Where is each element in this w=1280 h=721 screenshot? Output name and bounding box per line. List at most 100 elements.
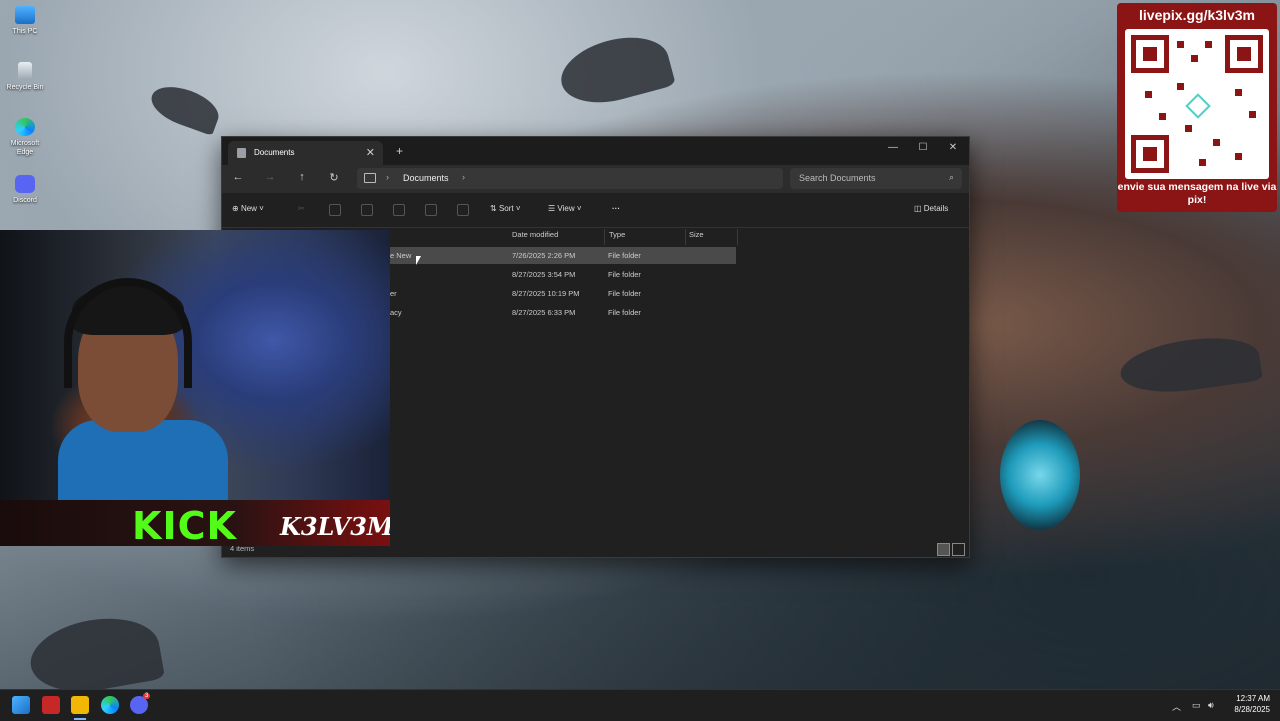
- item-type: File folder: [608, 251, 641, 260]
- qr-module: [1185, 125, 1192, 132]
- view-label: View: [557, 204, 575, 213]
- video-app-icon[interactable]: [42, 696, 60, 714]
- chevron-right-icon: ›: [386, 172, 389, 182]
- visor-glow: [1000, 420, 1080, 530]
- edge-icon: [15, 118, 35, 136]
- address-bar[interactable]: › Documents ›: [357, 168, 783, 189]
- close-button[interactable]: ✕: [943, 142, 963, 153]
- desktop-icon-recycle-bin[interactable]: Recycle Bin: [4, 62, 46, 92]
- up-button[interactable]: ↑: [294, 171, 310, 183]
- qr-module: [1159, 113, 1166, 120]
- column-header-size[interactable]: Size: [685, 229, 738, 245]
- back-button[interactable]: ←: [230, 171, 246, 183]
- command-bar: ⊕ New ˅ ✂ ⇅ Sort ˅ ☰ View ˅ ··· ◫ Detail…: [222, 195, 969, 228]
- delete-icon[interactable]: [457, 204, 469, 216]
- column-header-type[interactable]: Type: [605, 229, 686, 245]
- qr-finder: [1131, 35, 1169, 73]
- title-bar: Documents ✕ + — ☐ ✕: [222, 137, 969, 165]
- rename-icon[interactable]: [393, 204, 405, 216]
- monitor-icon: [364, 173, 376, 183]
- new-button[interactable]: ⊕ New ˅: [232, 204, 264, 213]
- volume-icon[interactable]: 🔊︎: [1208, 700, 1214, 711]
- refresh-button[interactable]: ↻: [326, 171, 342, 184]
- tab-title: Documents: [254, 148, 295, 157]
- list-item[interactable]: er 8/27/2025 10:19 PM File folder: [390, 285, 736, 302]
- minimize-button[interactable]: —: [883, 142, 903, 153]
- qr-module: [1235, 89, 1242, 96]
- item-date: 8/27/2025 6:33 PM: [512, 308, 576, 317]
- column-header-date[interactable]: Date modified: [508, 229, 605, 245]
- mouse-cursor: [416, 256, 421, 265]
- tiles-view-toggle[interactable]: [952, 543, 965, 556]
- forward-button[interactable]: →: [262, 171, 278, 183]
- tab-close-button[interactable]: ✕: [366, 146, 375, 159]
- desktop-icon-edge[interactable]: Microsoft Edge: [4, 118, 46, 157]
- tab-documents[interactable]: Documents ✕: [228, 141, 383, 165]
- file-explorer-icon[interactable]: [71, 696, 89, 714]
- start-icon[interactable]: [12, 696, 30, 714]
- chevron-up-icon[interactable]: ︿: [1172, 700, 1181, 713]
- share-icon[interactable]: [425, 204, 437, 216]
- network-icon[interactable]: ▭: [1192, 700, 1201, 711]
- qr-module: [1177, 83, 1184, 90]
- details-view-toggle[interactable]: [937, 543, 950, 556]
- sort-label: Sort: [498, 204, 514, 213]
- list-item[interactable]: 8/27/2025 3:54 PM File folder: [390, 266, 736, 283]
- desktop-icon-this-pc[interactable]: This PC: [4, 6, 46, 36]
- search-input[interactable]: Search Documents: [799, 173, 876, 183]
- qr-module: [1213, 139, 1220, 146]
- search-box[interactable]: Search Documents ⌕: [790, 168, 962, 189]
- navigation-bar: ← → ↑ ↻ › Documents › Search Documents ⌕: [222, 165, 969, 193]
- list-item[interactable]: e New 7/26/2025 2:26 PM File folder: [390, 247, 736, 264]
- qr-module: [1235, 153, 1242, 160]
- more-options-button[interactable]: ···: [612, 204, 620, 213]
- chevron-right-icon[interactable]: ›: [462, 172, 465, 182]
- discord-icon: [15, 175, 35, 193]
- item-date: 8/27/2025 10:19 PM: [512, 289, 580, 298]
- paste-icon[interactable]: [361, 204, 373, 216]
- item-date: 8/27/2025 3:54 PM: [512, 270, 576, 279]
- pix-message: envie sua mensagem na live via pix!: [1117, 181, 1277, 206]
- item-date: 7/26/2025 2:26 PM: [512, 251, 576, 260]
- webcam-overlay: KICK K3LV3M: [0, 230, 390, 546]
- maximize-button[interactable]: ☐: [913, 142, 933, 153]
- qr-finder: [1131, 135, 1169, 173]
- clock-time: 12:37 AM: [1236, 694, 1270, 703]
- desktop-icon-label: Recycle Bin: [6, 84, 44, 91]
- desktop-icon-label: Microsoft Edge: [10, 140, 40, 156]
- crow-shape: [554, 26, 676, 114]
- desktop-icon-label: This PC: [12, 28, 38, 35]
- qr-module: [1205, 41, 1212, 48]
- clock-date: 8/28/2025: [1234, 705, 1270, 714]
- monitor-icon: [15, 6, 35, 24]
- pix-logo-icon: [1185, 93, 1211, 119]
- qr-module: [1177, 41, 1184, 48]
- crow-shape: [146, 79, 224, 136]
- item-type: File folder: [608, 289, 641, 298]
- crow-shape: [24, 609, 166, 701]
- notification-badge: 3: [143, 693, 151, 699]
- pix-url: livepix.gg/k3lv3m: [1139, 7, 1255, 23]
- recycle-bin-icon: [18, 62, 32, 80]
- new-label: New: [240, 204, 257, 213]
- item-name: acy: [390, 308, 402, 317]
- breadcrumb-documents[interactable]: Documents: [403, 173, 449, 183]
- new-tab-button[interactable]: +: [396, 144, 403, 158]
- copy-icon[interactable]: [329, 204, 341, 216]
- clock[interactable]: 12:37 AM 8/28/2025: [1234, 693, 1270, 715]
- details-button[interactable]: ◫ Details: [914, 204, 948, 213]
- view-button[interactable]: ☰ View ˅: [548, 204, 582, 213]
- pix-donation-widget: livepix.gg/k3lv3m envie sua mensagem na …: [1117, 3, 1277, 212]
- kick-logo: KICK: [132, 504, 237, 546]
- desktop-icon-discord[interactable]: Discord: [4, 175, 46, 205]
- item-name: er: [390, 289, 397, 298]
- list-item[interactable]: acy 8/27/2025 6:33 PM File folder: [390, 304, 736, 321]
- channel-logo: K3LV3M: [280, 512, 390, 541]
- qr-module: [1249, 111, 1256, 118]
- taskbar: 3 ︿ ▭ 🔊︎ 12:37 AM 8/28/2025: [0, 689, 1280, 721]
- cut-icon[interactable]: ✂: [298, 204, 305, 213]
- sort-button[interactable]: ⇅ Sort ˅: [490, 204, 521, 213]
- crow-shape: [1117, 330, 1263, 400]
- document-icon: [237, 148, 246, 158]
- edge-icon[interactable]: [101, 696, 119, 714]
